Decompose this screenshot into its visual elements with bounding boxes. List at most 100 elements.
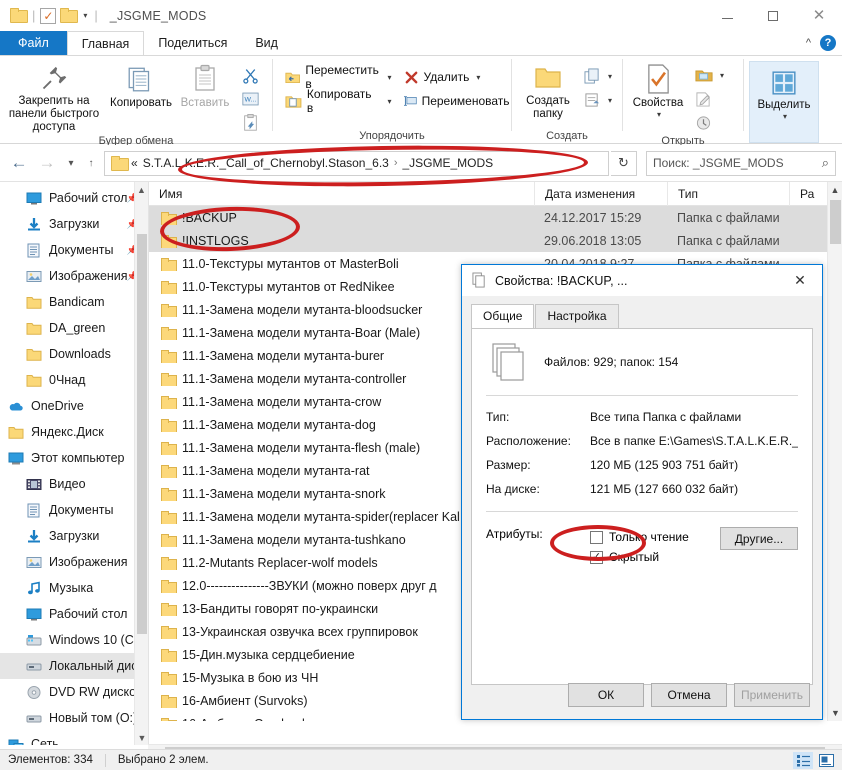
checkbox-hidden-box[interactable]: ✓ (590, 550, 603, 564)
sidebar-item-18[interactable]: Локальный диск (0, 653, 148, 679)
refresh-button[interactable]: ↻ (611, 150, 637, 176)
close-button[interactable]: ✕ (796, 0, 842, 31)
breadcrumb-overflow[interactable]: « (131, 156, 138, 170)
table-row[interactable]: !BACKUP 24.12.2017 15:29 Папка с файлами (149, 206, 842, 229)
sidebar-scroll-thumb[interactable] (137, 234, 147, 634)
chevron-down-icon[interactable]: ▾ (608, 72, 612, 81)
file-list-scrollbar[interactable]: ▲ ▼ (827, 182, 842, 721)
select-button[interactable]: Выделить ▾ (749, 61, 819, 143)
delete-button[interactable]: Удалить ▾ (398, 65, 516, 89)
checkbox-hidden[interactable]: ✓ Скрытый (590, 547, 720, 567)
folder-icon[interactable] (10, 8, 27, 23)
tab-home[interactable]: Главная (66, 31, 145, 55)
history-button[interactable] (689, 111, 730, 135)
scroll-down-arrow-icon[interactable]: ▼ (135, 730, 148, 745)
chevron-down-icon[interactable]: ▾ (657, 110, 661, 119)
sidebar-item-19[interactable]: DVD RW дисково (0, 679, 148, 705)
sidebar-item-1[interactable]: Загрузки 📌 (0, 211, 148, 237)
new-folder-icon[interactable] (60, 8, 77, 23)
chevron-down-icon[interactable]: ▾ (388, 73, 392, 82)
sidebar-item-0[interactable]: Рабочий стол 📌 (0, 185, 148, 211)
sidebar-item-2[interactable]: Документы 📌 (0, 237, 148, 263)
details-view-icon[interactable] (793, 752, 813, 769)
recent-locations-button[interactable]: ▾ (62, 150, 80, 176)
pin-to-quick-access-button[interactable]: Закрепить на панели быстрого доступа (0, 61, 108, 134)
checkbox-readonly[interactable]: Только чтение (590, 527, 720, 547)
back-button[interactable]: ← (6, 150, 32, 176)
chevron-down-icon[interactable]: ▾ (476, 73, 480, 82)
new-item-button[interactable]: ▾ (578, 64, 618, 88)
search-icon[interactable]: ⌕ (822, 155, 829, 171)
copy-button[interactable]: Копировать (108, 61, 174, 110)
dialog-tab-general[interactable]: Общие (471, 304, 535, 328)
scroll-up-arrow-icon[interactable]: ▲ (135, 182, 148, 197)
scroll-up-arrow-icon[interactable]: ▲ (828, 182, 842, 198)
sidebar-item-14[interactable]: Изображения (0, 549, 148, 575)
column-header-name[interactable]: Имя ^ (149, 181, 534, 206)
column-header-date[interactable]: Дата изменения (534, 181, 667, 206)
sidebar-item-8[interactable]: OneDrive (0, 393, 148, 419)
sidebar-item-10[interactable]: Этот компьютер (0, 445, 148, 471)
rename-button[interactable]: Переименовать (398, 89, 516, 113)
breadcrumb-segment-current[interactable]: _JSGME_MODS (403, 156, 494, 170)
checkbox-readonly-box[interactable] (590, 530, 603, 544)
paste-shortcut-button[interactable] (236, 111, 265, 135)
tab-share[interactable]: Поделиться (144, 31, 242, 55)
cut-button[interactable] (236, 63, 265, 87)
up-button[interactable]: ↑ (82, 150, 100, 176)
column-header-size[interactable]: Ра (789, 181, 829, 206)
sidebar-item-4[interactable]: Bandicam (0, 289, 148, 315)
chevron-down-icon[interactable]: ▾ (720, 71, 724, 80)
sidebar-item-3[interactable]: Изображения 📌 (0, 263, 148, 289)
sidebar-item-20[interactable]: Новый том (O:) (0, 705, 148, 731)
easy-access-button[interactable]: ▾ (578, 88, 618, 112)
move-to-button[interactable]: Переместить в ▾ (279, 63, 398, 91)
sidebar-item-21[interactable]: Сеть (0, 731, 148, 745)
sidebar-scrollbar[interactable]: ▲ ▼ (134, 182, 148, 745)
breadcrumb[interactable]: « S.T.A.L.K.E.R._Call_of_Chernobyl.Staso… (104, 150, 609, 176)
sidebar-item-9[interactable]: Яндекс.Диск (0, 419, 148, 445)
dialog-tab-customize[interactable]: Настройка (535, 304, 619, 328)
chevron-down-icon[interactable]: ▾ (81, 11, 89, 20)
paste-button[interactable]: Вставить (174, 61, 236, 110)
apply-button[interactable]: Применить (734, 683, 810, 707)
chevron-up-icon[interactable]: ^ (806, 37, 811, 49)
sidebar-item-17[interactable]: Windows 10 (C:) (0, 627, 148, 653)
minimize-button[interactable] (704, 0, 750, 31)
chevron-down-icon[interactable]: ▾ (608, 96, 612, 105)
maximize-button[interactable] (750, 0, 796, 31)
open-button[interactable]: ▾ (689, 63, 730, 87)
edit-button[interactable] (689, 87, 730, 111)
sidebar-item-12[interactable]: Документы (0, 497, 148, 523)
forward-button[interactable]: → (34, 150, 60, 176)
file-scroll-thumb[interactable] (830, 200, 841, 244)
chevron-down-icon[interactable]: ▾ (783, 112, 787, 121)
cancel-button[interactable]: Отмена (651, 683, 727, 707)
chevron-down-icon[interactable]: ▾ (388, 97, 392, 106)
search-input[interactable]: Поиск: _JSGME_MODS ⌕ (646, 150, 836, 176)
new-folder-button[interactable]: Создать папку (518, 61, 578, 121)
help-icon[interactable]: ? (820, 35, 836, 51)
ok-button[interactable]: ОК (568, 683, 644, 707)
dialog-close-button[interactable]: ✕ (778, 265, 822, 296)
scroll-down-arrow-icon[interactable]: ▼ (828, 705, 842, 721)
sidebar-item-7[interactable]: 0Чнад (0, 367, 148, 393)
column-header-type[interactable]: Тип (667, 181, 789, 206)
tab-file[interactable]: Файл (0, 31, 67, 55)
sidebar-item-11[interactable]: Видео (0, 471, 148, 497)
sidebar-item-15[interactable]: Музыка (0, 575, 148, 601)
sidebar-item-6[interactable]: Downloads (0, 341, 148, 367)
copy-to-button[interactable]: Копировать в ▾ (279, 87, 398, 115)
properties-button[interactable]: Свойства ▾ (627, 61, 689, 119)
sidebar-item-13[interactable]: Загрузки (0, 523, 148, 549)
large-icons-view-icon[interactable] (816, 752, 836, 769)
advanced-attributes-button[interactable]: Другие... (720, 527, 798, 550)
sidebar-item-5[interactable]: DA_green (0, 315, 148, 341)
breadcrumb-segment-parent[interactable]: S.T.A.L.K.E.R._Call_of_Chernobyl.Stason_… (143, 156, 389, 170)
folder-icon (26, 295, 42, 310)
tab-view[interactable]: Вид (241, 31, 292, 55)
table-row[interactable]: !INSTLOGS 29.06.2018 13:05 Папка с файлами (149, 229, 842, 252)
copy-path-button[interactable]: W... (236, 87, 265, 111)
properties-check-icon[interactable]: ✓ (40, 7, 57, 24)
sidebar-item-16[interactable]: Рабочий стол (0, 601, 148, 627)
